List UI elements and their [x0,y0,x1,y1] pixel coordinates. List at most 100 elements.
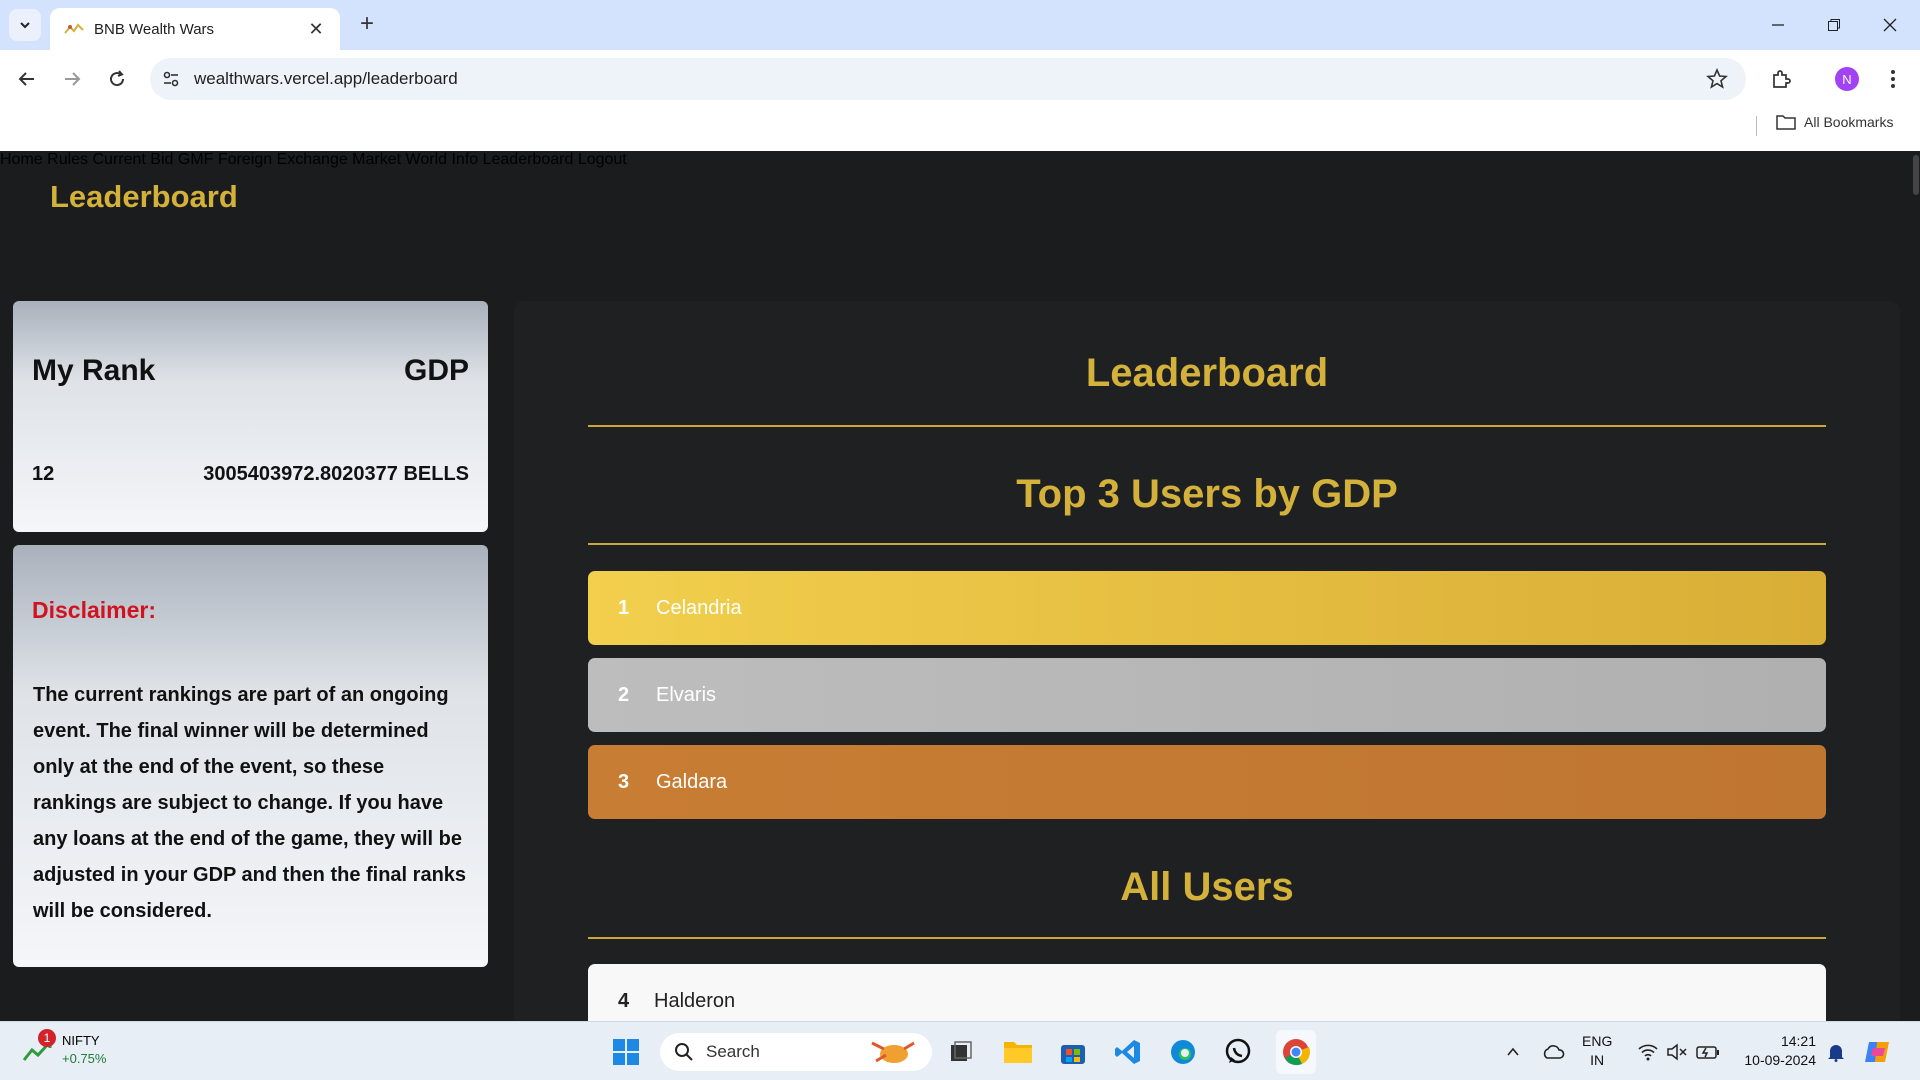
chrome-button[interactable] [1276,1030,1316,1074]
volume-button[interactable] [1661,1036,1693,1068]
rank-number: 1 [618,596,630,619]
bell-icon [1828,1045,1844,1062]
site-favicon-icon [64,23,84,34]
top-user-row: 3 Galdara [588,745,1826,819]
nifty-widget[interactable]: NIFTY +0.75% [22,1032,106,1068]
nav-gmf[interactable]: GMF [178,151,214,168]
clock-date: 10-09-2024 [1744,1052,1816,1068]
bookmark-star-icon[interactable] [1706,68,1728,90]
taskbar-search[interactable]: Search [660,1033,932,1071]
nifty-change: +0.75% [62,1051,107,1066]
search-label: Search [706,1042,760,1061]
my-rank-card: My Rank GDP 12 3005403972.8020377 BELLS [13,301,488,532]
wifi-button[interactable] [1632,1036,1664,1068]
browser-menu-button[interactable] [1876,62,1910,96]
user-name: Elvaris [656,683,717,706]
address-bar[interactable]: wealthwars.vercel.app/leaderboard [150,58,1746,100]
folder-icon [1776,115,1796,130]
profile-button[interactable]: N [1830,62,1864,96]
nav-current-bid[interactable]: Current Bid [93,151,174,168]
notifications-button[interactable] [1820,1036,1852,1068]
all-users-heading: All Users [1120,865,1294,909]
nav-home[interactable]: Home [0,151,43,168]
rank-number: 2 [618,683,630,706]
language-indicator[interactable]: ENG IN [1582,1032,1612,1070]
whatsapp-button[interactable] [1222,1036,1254,1068]
show-hidden-icons-button[interactable] [1497,1036,1529,1068]
battery-icon [1696,1046,1719,1059]
all-bookmarks-button[interactable]: All Bookmarks [1776,114,1893,130]
taskbar: NIFTY +0.75% 1 Search ENG IN 14:21 10-09… [0,1021,1920,1080]
back-button[interactable] [10,62,44,96]
vscode-icon [1115,1040,1140,1064]
nav-logout[interactable]: Logout [578,151,627,168]
forward-button[interactable] [55,62,89,96]
web-page: Leaderboard Home Rules Current Bid GMF F… [0,151,1920,1021]
my-rank-value: 12 [32,463,55,485]
top-user-row: 2 Elvaris [588,658,1826,732]
top-users-divider [588,543,1826,545]
user-name: Halderon [654,989,736,1012]
page-scrollbar[interactable] [1912,151,1920,1021]
speaker-muted-icon [1667,1043,1687,1061]
task-view-icon [951,1041,972,1061]
site-info-icon[interactable] [162,70,180,88]
clock[interactable]: 14:21 10-09-2024 [1736,1032,1816,1070]
puzzle-icon [1773,70,1791,88]
store-button[interactable] [1057,1036,1089,1068]
arrow-right-icon [65,72,81,86]
task-view-button[interactable] [945,1036,977,1068]
new-tab-button[interactable]: + [352,10,382,40]
chevron-up-icon [1507,1047,1519,1056]
wifi-icon [1638,1044,1658,1061]
reload-button[interactable] [100,62,134,96]
bookmarks-divider [1756,116,1757,136]
restore-button[interactable] [1806,0,1862,50]
my-rank-header: My Rank [32,354,156,387]
nav-leaderboard[interactable]: Leaderboard [483,151,574,168]
main-nav: Home Rules Current Bid GMF Foreign Excha… [0,151,1920,169]
file-explorer-button[interactable] [1002,1036,1034,1068]
scrollbar-thumb[interactable] [1913,155,1919,195]
nav-world-info[interactable]: World Info [406,151,479,168]
folder-icon [1004,1042,1032,1063]
extensions-button[interactable] [1764,62,1798,96]
browser-tab[interactable]: BNB Wealth Wars ✕ [50,8,340,50]
user-row: 4 Halderon [588,964,1826,1021]
battery-button[interactable] [1692,1036,1724,1068]
edge-button[interactable] [1167,1036,1199,1068]
browser-tab-strip: BNB Wealth Wars ✕ + [0,0,1920,50]
windows-logo-icon [613,1039,639,1065]
disclaimer-card: Disclaimer: The current rankings are par… [13,545,488,967]
top-user-row: 1 Celandria [588,571,1826,645]
disclaimer-title: Disclaimer: [32,597,157,623]
url-text[interactable]: wealthwars.vercel.app/leaderboard [194,69,458,89]
vscode-button[interactable] [1112,1036,1144,1068]
copilot-button[interactable] [1862,1036,1894,1068]
start-button[interactable] [610,1036,642,1068]
tab-close-icon[interactable]: ✕ [306,19,326,40]
tab-search-button[interactable] [9,9,41,41]
arrow-left-icon [18,72,34,86]
edge-icon [1171,1040,1195,1064]
search-icon [675,1043,693,1061]
close-window-button[interactable] [1862,0,1918,50]
leaderboard-panel: Leaderboard Top 3 Users by GDP 1 Celandr… [514,301,1900,1021]
nav-rules[interactable]: Rules [47,151,88,168]
cloud-icon [1543,1045,1565,1059]
more-vertical-icon [1891,70,1895,88]
notification-badge: 1 [38,1029,56,1047]
close-icon [1883,18,1897,32]
avatar: N [1835,67,1859,91]
my-gdp-value: 3005403972.8020377 BELLS [203,463,469,485]
user-name: Celandria [656,596,742,619]
onedrive-button[interactable] [1537,1036,1569,1068]
nav-foreign-exchange-market[interactable]: Foreign Exchange Market [218,151,401,168]
gdp-header: GDP [403,354,469,387]
disclaimer-text: The current rankings are part of an ongo… [33,684,467,922]
tab-title: BNB Wealth Wars [94,20,215,38]
chrome-icon [1283,1039,1310,1066]
rank-number: 4 [618,989,630,1012]
minimize-button[interactable] [1750,0,1806,50]
user-name: Galdara [656,770,728,793]
